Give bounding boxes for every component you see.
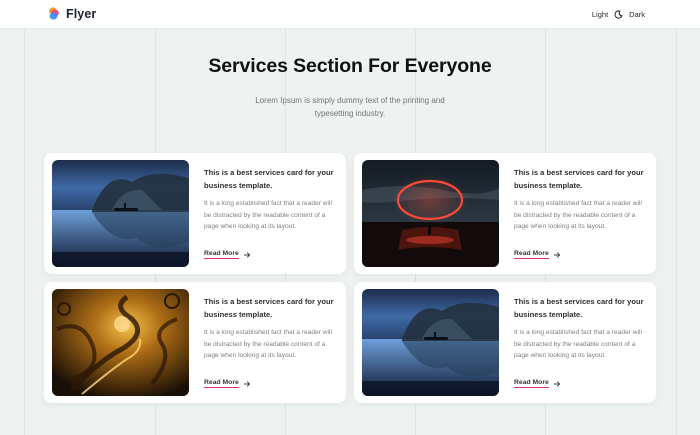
- card-text: It is a long established fact that a rea…: [204, 329, 332, 359]
- card-title: This is a best services card for your bu…: [204, 297, 334, 319]
- arrow-right-icon[interactable]: [553, 251, 561, 259]
- lake-boat-night-image: [52, 160, 189, 267]
- card-text: It is a long established fact that a rea…: [204, 200, 332, 230]
- golden-swirl-image: [52, 289, 189, 396]
- moon-icon[interactable]: [614, 9, 623, 19]
- top-navbar: Flyer Light Dark: [0, 0, 700, 28]
- flyer-logo-icon: [48, 7, 60, 21]
- read-more-link[interactable]: Read More: [514, 250, 561, 259]
- lake-boat-night-image: [362, 289, 499, 396]
- card-text: It is a long established fact that a rea…: [514, 329, 642, 359]
- card-title: This is a best services card for your bu…: [514, 168, 644, 190]
- read-more-link[interactable]: Read More: [204, 379, 251, 388]
- service-card: This is a best services card for your bu…: [354, 282, 656, 403]
- section-title: Services Section For Everyone: [208, 55, 492, 77]
- read-more-label[interactable]: Read More: [204, 250, 239, 259]
- card-text: It is a long established fact that a rea…: [514, 200, 642, 230]
- brand[interactable]: Flyer: [48, 7, 96, 21]
- theme-toggle[interactable]: Light Dark: [592, 10, 645, 19]
- card-title: This is a best services card for your bu…: [204, 168, 334, 190]
- arrow-right-icon[interactable]: [243, 380, 251, 388]
- service-card: This is a best services card for your bu…: [354, 153, 656, 274]
- read-more-label[interactable]: Read More: [514, 250, 549, 259]
- service-card: This is a best services card for your bu…: [44, 282, 346, 403]
- section-subtitle: Lorem Ipsum is simply dummy text of the …: [255, 96, 445, 118]
- card-title: This is a best services card for your bu…: [514, 297, 644, 319]
- card-body: This is a best services card for your bu…: [514, 166, 644, 233]
- arrow-right-icon[interactable]: [553, 380, 561, 388]
- card-body: This is a best services card for your bu…: [204, 166, 334, 233]
- read-more-label[interactable]: Read More: [514, 379, 549, 388]
- card-body: This is a best services card for your bu…: [204, 295, 334, 362]
- brand-name: Flyer: [66, 7, 97, 21]
- theme-light-label[interactable]: Light: [592, 10, 608, 19]
- card-body: This is a best services card for your bu…: [514, 295, 644, 362]
- red-ring-night-image: [362, 160, 499, 267]
- hero-section: Services Section For Everyone Lorem Ipsu…: [0, 55, 700, 120]
- read-more-label[interactable]: Read More: [204, 379, 239, 388]
- service-card: This is a best services card for your bu…: [44, 153, 346, 274]
- read-more-link[interactable]: Read More: [204, 250, 251, 259]
- read-more-link[interactable]: Read More: [514, 379, 561, 388]
- theme-dark-label[interactable]: Dark: [629, 10, 645, 19]
- arrow-right-icon[interactable]: [243, 251, 251, 259]
